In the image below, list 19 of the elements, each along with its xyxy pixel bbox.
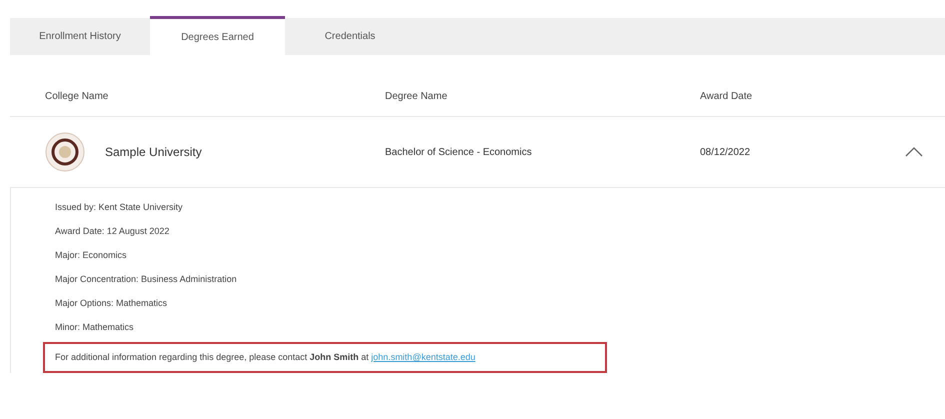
column-header: Award Date <box>700 90 752 104</box>
tab[interactable]: Degrees Earned <box>150 16 285 55</box>
column-header: Degree Name <box>385 90 448 104</box>
detail-text: Major Concentration: Business Administration <box>55 274 237 285</box>
detail-text: Issued by: Kent State University <box>55 202 183 213</box>
tab[interactable]: Credentials <box>285 18 415 55</box>
detail-text: Major: Economics <box>55 250 127 261</box>
degree-row[interactable]: Sample University Bachelor of Science - Economics 08/12/2022 <box>10 116 945 188</box>
detail-text: Major Options: Mathematics <box>55 298 168 309</box>
tab[interactable]: Enrollment History <box>10 18 150 55</box>
detail-text: Award Date: 12 August 2022 <box>55 226 170 237</box>
college-name: Sample University <box>105 144 202 161</box>
contact-notice: For additional information regarding this degree, please contact John Smith at john.smith@kentstate.edu <box>43 342 607 373</box>
column-header: College Name <box>45 90 108 104</box>
chevron-up-icon[interactable] <box>905 147 923 157</box>
award-date: 08/12/2022 <box>700 146 750 160</box>
seal-icon <box>45 132 85 172</box>
detail-text: Minor: Mathematics <box>55 322 134 333</box>
degree-name: Bachelor of Science - Economics <box>385 146 532 160</box>
